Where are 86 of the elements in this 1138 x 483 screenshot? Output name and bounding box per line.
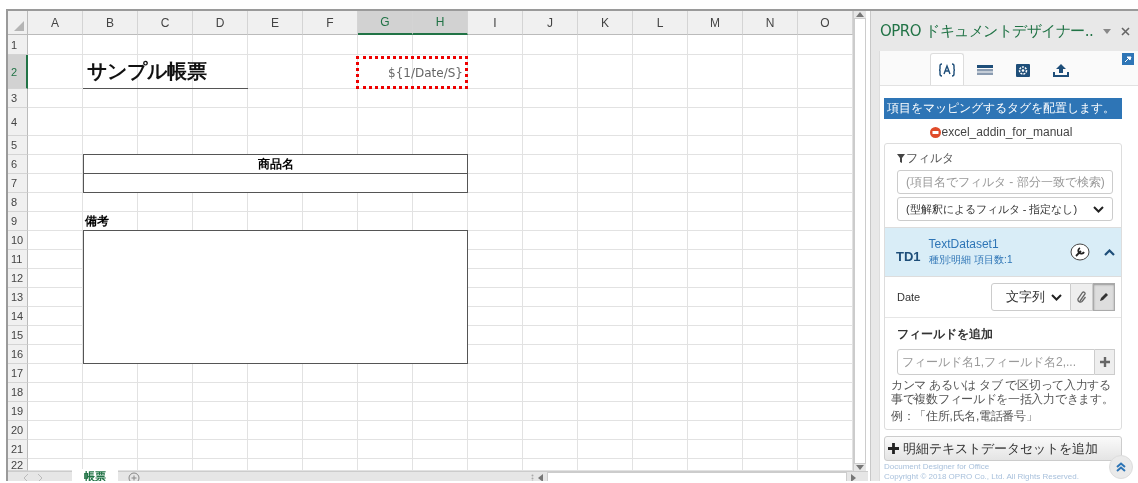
pencil-icon bbox=[1099, 292, 1109, 303]
table-header-cell: 商品名 bbox=[83, 154, 468, 174]
row-header[interactable]: 5 bbox=[8, 136, 28, 155]
column-header[interactable]: C bbox=[138, 11, 193, 35]
vertical-scrollbar-thumb[interactable] bbox=[854, 18, 866, 464]
upload-icon bbox=[1051, 61, 1071, 78]
column-header[interactable]: A bbox=[28, 11, 83, 35]
row-header[interactable]: 6 bbox=[8, 155, 28, 174]
add-field-label: フィールドを追加 bbox=[897, 326, 994, 344]
row-header[interactable]: 3 bbox=[8, 89, 28, 108]
row-header[interactable]: 22 bbox=[8, 459, 28, 471]
plus-icon bbox=[888, 443, 899, 455]
chevron-down-icon bbox=[1051, 293, 1062, 301]
scroll-left-icon[interactable] bbox=[538, 474, 543, 481]
column-header[interactable]: D bbox=[193, 11, 248, 35]
row-header[interactable]: 1 bbox=[8, 35, 28, 55]
scroll-right-icon[interactable] bbox=[851, 474, 856, 481]
date-tag-cell[interactable]: ${1/Date/S} bbox=[356, 56, 468, 89]
type-filter-dropdown[interactable]: (型解釈によるフィルタ - 指定なし) bbox=[897, 197, 1113, 222]
help-text: カンマ あるいは タブ で区切って入力する事で複数フィールドを一括入力できます。 bbox=[891, 378, 1115, 407]
sheet-tab[interactable]: 帳票 bbox=[72, 469, 118, 481]
chevron-up-icon[interactable] bbox=[1104, 248, 1115, 256]
row-header[interactable]: 19 bbox=[8, 402, 28, 421]
filter-label: フィルタ bbox=[906, 150, 954, 168]
add-dataset-button[interactable]: 明細テキストデータセットを追加 bbox=[884, 436, 1122, 461]
row-header[interactable]: 17 bbox=[8, 364, 28, 383]
braces-icon bbox=[937, 61, 957, 78]
example-text: 例：「住所,氏名,電話番号」 bbox=[891, 409, 1039, 424]
edit-button[interactable] bbox=[1093, 283, 1115, 312]
chevron-down-icon bbox=[1093, 205, 1104, 213]
column-header[interactable]: F bbox=[303, 11, 358, 35]
column-header[interactable]: I bbox=[468, 11, 523, 35]
column-header[interactable]: E bbox=[248, 11, 303, 35]
row-header[interactable]: 7 bbox=[8, 174, 28, 193]
column-header[interactable]: H bbox=[413, 11, 468, 35]
double-chevron-up-icon bbox=[1116, 462, 1126, 472]
column-header[interactable]: J bbox=[523, 11, 578, 35]
row-header[interactable]: 15 bbox=[8, 326, 28, 345]
column-header[interactable]: G bbox=[358, 11, 413, 35]
notes-label: 備考 bbox=[84, 213, 109, 230]
row-header[interactable]: 14 bbox=[8, 307, 28, 326]
row-header[interactable]: 20 bbox=[8, 421, 28, 440]
column-header[interactable]: N bbox=[743, 11, 798, 35]
plus-icon bbox=[1099, 357, 1110, 368]
panel-title: OPRO ドキュメントデザイナー.. bbox=[880, 21, 1094, 41]
row-header[interactable]: 2 bbox=[8, 55, 28, 89]
dataset-id-label: TD1 bbox=[896, 248, 921, 264]
footer-text: Copyright © 2018 OPRO Co., Ltd. All Rights Reserved. bbox=[884, 472, 1079, 481]
dropdown-icon[interactable] bbox=[1103, 28, 1112, 34]
column-header[interactable]: M bbox=[688, 11, 743, 35]
filter-search-field[interactable]: (項目名でフィルタ - 部分一致で検索) bbox=[897, 170, 1113, 195]
row-header[interactable]: 8 bbox=[8, 193, 28, 212]
row-header[interactable]: 13 bbox=[8, 288, 28, 307]
row-header[interactable]: 16 bbox=[8, 345, 28, 364]
column-header[interactable]: L bbox=[633, 11, 688, 35]
row-header[interactable]: 9 bbox=[8, 212, 28, 231]
row-header[interactable]: 12 bbox=[8, 269, 28, 288]
dataset-header[interactable]: TD1 TextDataset1 種別:明細 項目数:1 bbox=[885, 227, 1121, 277]
add-field-button[interactable] bbox=[1095, 349, 1115, 376]
info-banner: 項目をマッピングするタグを配置します。 bbox=[884, 98, 1122, 120]
row-header[interactable]: 11 bbox=[8, 250, 28, 269]
dataset-meta: 種別:明細 項目数:1 bbox=[928, 253, 1014, 268]
column-header[interactable]: B bbox=[83, 11, 138, 35]
data-source-name: excel_addin_for_manual bbox=[941, 125, 1073, 140]
gear-icon bbox=[1013, 61, 1033, 78]
field-name: Date bbox=[897, 291, 922, 304]
close-icon[interactable] bbox=[1121, 26, 1131, 36]
column-header[interactable]: O bbox=[798, 11, 853, 35]
attach-button[interactable] bbox=[1071, 283, 1093, 312]
paperclip-icon bbox=[1076, 291, 1087, 304]
field-name-input[interactable]: フィールド名1,フィールド名2,... bbox=[897, 349, 1095, 376]
field-type-dropdown[interactable]: 文字列 bbox=[991, 283, 1071, 312]
sheet-title: サンプル帳票 bbox=[83, 55, 248, 89]
column-header[interactable]: K bbox=[578, 11, 633, 35]
row-header[interactable]: 18 bbox=[8, 383, 28, 402]
row-header[interactable]: 21 bbox=[8, 440, 28, 459]
toolbar-tab[interactable] bbox=[930, 53, 964, 86]
filter-icon bbox=[897, 154, 905, 164]
pin-icon[interactable] bbox=[1122, 53, 1134, 65]
wrench-icon[interactable] bbox=[1070, 243, 1090, 262]
row-header[interactable]: 10 bbox=[8, 231, 28, 250]
footer-text: Document Designer for Office bbox=[884, 462, 990, 471]
dataset-name: TextDataset1 bbox=[928, 237, 1000, 252]
horizontal-scrollbar-thumb[interactable] bbox=[547, 472, 847, 481]
scroll-top-button[interactable] bbox=[1109, 455, 1133, 479]
row-header[interactable]: 4 bbox=[8, 108, 28, 136]
